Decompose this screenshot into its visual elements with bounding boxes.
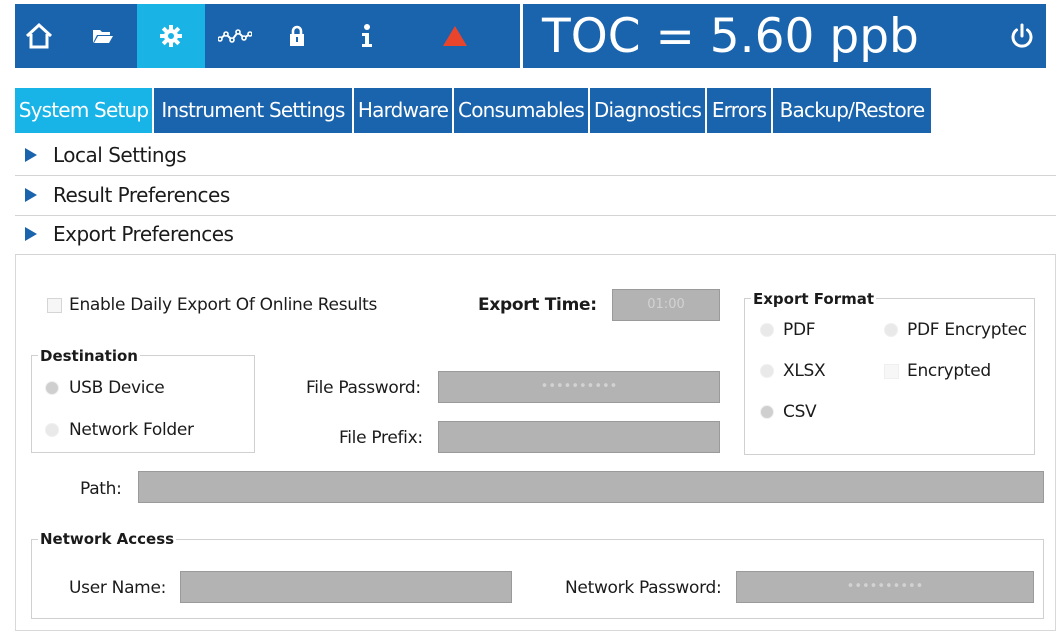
file-prefix-field[interactable] xyxy=(438,421,720,453)
power-icon xyxy=(1011,23,1033,48)
section-result-preferences[interactable]: Result Preferences xyxy=(15,176,1056,216)
encrypted-checkbox[interactable] xyxy=(884,364,899,379)
warning-icon xyxy=(443,26,467,46)
network-folder-label: Network Folder xyxy=(69,420,194,440)
tab-instrument-settings[interactable]: Instrument Settings xyxy=(154,88,352,133)
info-icon xyxy=(362,24,372,47)
section-local-settings[interactable]: Local Settings xyxy=(15,136,1056,176)
csv-label: CSV xyxy=(783,402,817,422)
path-label: Path: xyxy=(80,479,122,499)
expand-arrow-icon xyxy=(25,148,37,162)
settings-button[interactable] xyxy=(137,4,205,68)
trend-icon xyxy=(218,29,252,43)
lock-icon xyxy=(290,25,304,46)
power-button[interactable] xyxy=(1000,4,1044,68)
usb-device-label: USB Device xyxy=(69,378,165,398)
folder-button[interactable] xyxy=(81,4,125,68)
toc-readout: TOC = 5.60 ppb xyxy=(542,9,919,64)
xlsx-label: XLSX xyxy=(783,361,826,381)
info-button[interactable] xyxy=(345,4,389,68)
gear-icon xyxy=(160,25,182,47)
network-password-label: Network Password: xyxy=(565,578,722,598)
export-format-legend: Export Format xyxy=(751,290,877,308)
tab-system-setup[interactable]: System Setup xyxy=(15,88,152,133)
pdf-label: PDF xyxy=(783,320,816,340)
usb-device-radio[interactable] xyxy=(45,381,59,395)
section-label: Export Preferences xyxy=(53,222,234,246)
home-button[interactable] xyxy=(15,4,63,68)
enable-daily-export-label: Enable Daily Export Of Online Results xyxy=(69,295,378,315)
file-prefix-label: File Prefix: xyxy=(339,428,423,448)
pdf-encrypted-label: PDF Encryptec xyxy=(907,320,1027,340)
trend-button[interactable] xyxy=(211,4,259,68)
xlsx-radio[interactable] xyxy=(760,364,774,378)
alarm-button[interactable] xyxy=(433,4,477,68)
pdf-encrypted-radio[interactable] xyxy=(884,323,898,337)
expand-arrow-icon xyxy=(25,188,37,202)
enable-daily-export-checkbox[interactable] xyxy=(47,298,62,313)
pdf-radio[interactable] xyxy=(760,323,774,337)
tab-consumables[interactable]: Consumables xyxy=(454,88,588,133)
export-time-label: Export Time: xyxy=(478,295,597,315)
top-toolbar: TOC = 5.60 ppb xyxy=(15,4,1046,68)
user-name-field[interactable] xyxy=(180,571,512,603)
network-folder-radio[interactable] xyxy=(45,423,59,437)
lock-button[interactable] xyxy=(275,4,319,68)
section-label: Local Settings xyxy=(53,143,187,167)
home-icon xyxy=(25,22,53,49)
user-name-label: User Name: xyxy=(69,578,167,598)
file-password-label: File Password: xyxy=(306,378,421,398)
destination-legend: Destination xyxy=(38,347,140,365)
encrypted-label: Encrypted xyxy=(907,361,991,381)
tab-diagnostics[interactable]: Diagnostics xyxy=(590,88,705,133)
tab-backup-restore[interactable]: Backup/Restore xyxy=(773,88,931,133)
network-password-field[interactable]: •••••••••• xyxy=(736,571,1034,603)
path-field[interactable] xyxy=(138,471,1044,503)
tab-bar: System Setup Instrument Settings Hardwar… xyxy=(15,88,933,133)
network-access-legend: Network Access xyxy=(38,530,177,548)
export-time-field[interactable]: 01:00 xyxy=(612,289,720,321)
file-password-field[interactable]: •••••••••• xyxy=(438,371,720,403)
expand-arrow-icon xyxy=(25,227,37,241)
folder-icon xyxy=(93,30,113,43)
tab-hardware[interactable]: Hardware xyxy=(354,88,452,133)
tab-errors[interactable]: Errors xyxy=(707,88,771,133)
csv-radio[interactable] xyxy=(760,405,774,419)
section-label: Result Preferences xyxy=(53,183,230,207)
toolbar-divider xyxy=(520,4,523,68)
section-export-preferences[interactable]: Export Preferences xyxy=(15,215,1056,255)
